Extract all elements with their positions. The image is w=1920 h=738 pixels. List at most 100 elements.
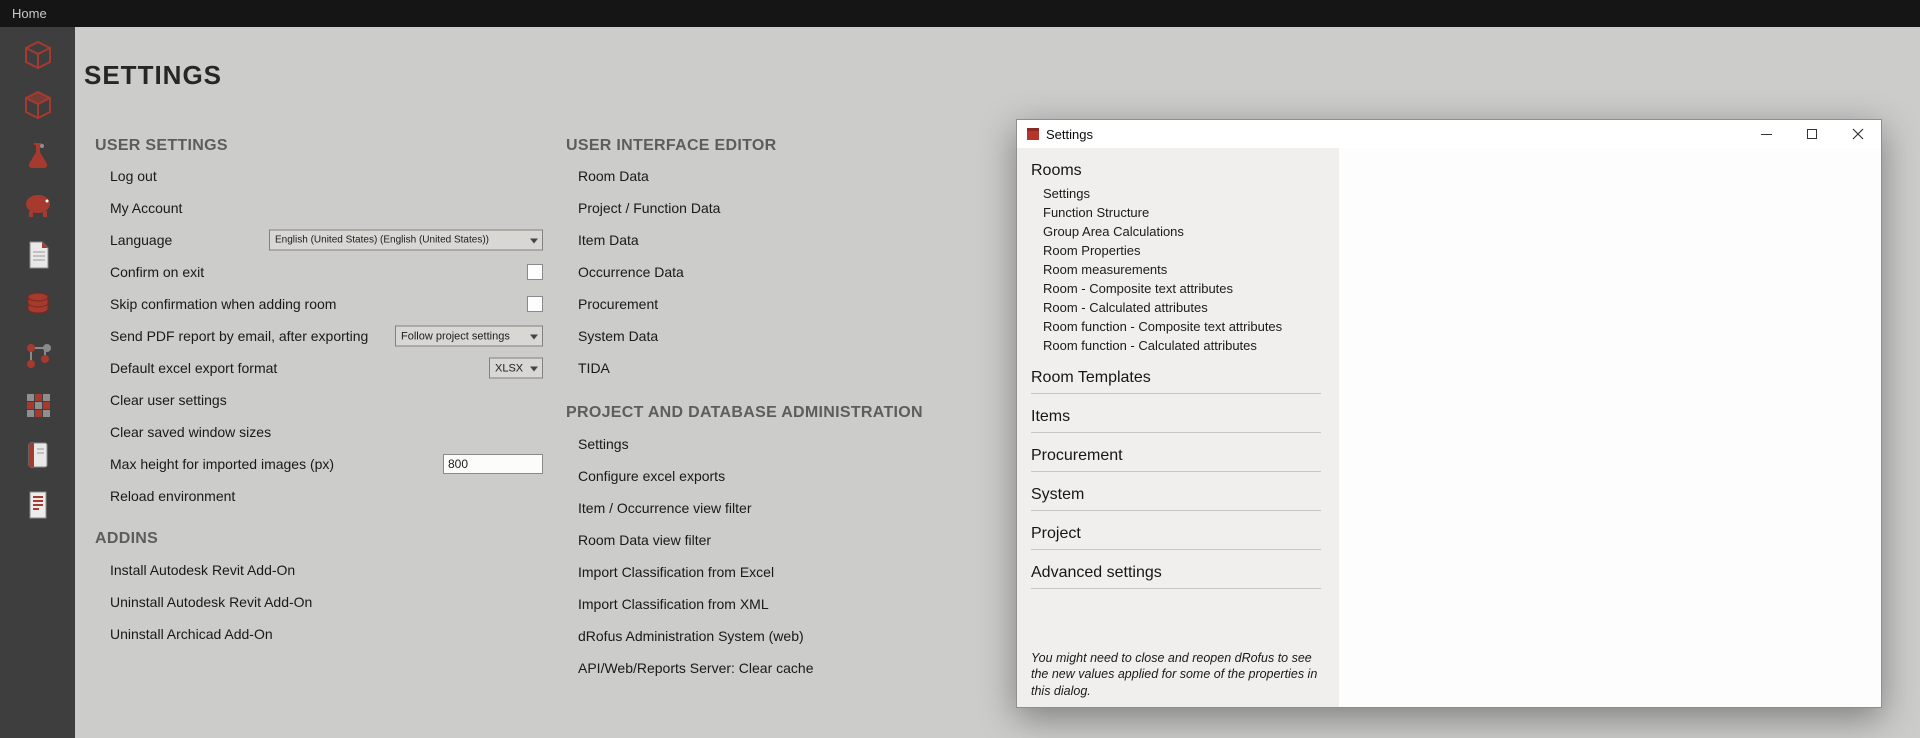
item-data-link[interactable]: Item Data — [578, 232, 639, 248]
uninstall-archicad-link[interactable]: Uninstall Archicad Add-On — [110, 626, 273, 642]
dialog-note: You might need to close and reopen dRofu… — [1031, 650, 1325, 700]
report-icon[interactable] — [20, 487, 56, 523]
dialog-title: Settings — [1046, 127, 1093, 142]
blocks-icon[interactable] — [20, 387, 56, 423]
project-function-data-link[interactable]: Project / Function Data — [578, 200, 720, 216]
occurrence-data-link[interactable]: Occurrence Data — [578, 264, 684, 280]
dialog-section-project[interactable]: Project — [1031, 511, 1321, 550]
settings-item-clear-user-settings[interactable]: Clear user settings — [95, 384, 543, 416]
settings-item-confirm-on-exit: Confirm on exit — [95, 256, 543, 288]
addins-item-install-revit[interactable]: Install Autodesk Revit Add-On — [95, 554, 543, 586]
room-data-link[interactable]: Room Data — [578, 168, 649, 184]
dialog-nav-item-function-structure[interactable]: Function Structure — [1043, 203, 1339, 222]
ui-editor-item-project-function-data[interactable]: Project / Function Data — [566, 192, 996, 224]
dialog-titlebar[interactable]: Settings — [1017, 120, 1881, 148]
document-icon[interactable] — [20, 237, 56, 273]
settings-item-reload-environment[interactable]: Reload environment — [95, 480, 543, 512]
install-revit-link[interactable]: Install Autodesk Revit Add-On — [110, 562, 295, 578]
dialog-nav-item-group-area-calculations[interactable]: Group Area Calculations — [1043, 222, 1339, 241]
procurement-link[interactable]: Procurement — [578, 296, 658, 312]
ui-editor-item-tida[interactable]: TIDA — [566, 352, 996, 384]
my-account-link[interactable]: My Account — [110, 200, 182, 216]
admin-item-room-data-view-filter[interactable]: Room Data view filter — [566, 524, 996, 556]
uninstall-revit-link[interactable]: Uninstall Autodesk Revit Add-On — [110, 594, 312, 610]
excel-format-select[interactable]: XLSX — [489, 358, 543, 379]
admin-item-drofus-admin-system[interactable]: dRofus Administration System (web) — [566, 620, 996, 652]
ui-editor-item-procurement[interactable]: Procurement — [566, 288, 996, 320]
dialog-nav-panel: Rooms Settings Function Structure Group … — [1017, 148, 1339, 707]
settings-item-pdf-report: Send PDF report by email, after exportin… — [95, 320, 543, 352]
dialog-section-procurement[interactable]: Procurement — [1031, 433, 1321, 472]
minimize-button[interactable] — [1743, 120, 1789, 148]
chevron-down-icon — [530, 335, 538, 340]
cube-alt-icon[interactable] — [20, 87, 56, 123]
settings-item-clear-window-sizes[interactable]: Clear saved window sizes — [95, 416, 543, 448]
dialog-nav-item-room-function-composite-text[interactable]: Room function - Composite text attribute… — [1043, 317, 1339, 336]
chevron-down-icon — [530, 239, 538, 244]
system-data-link[interactable]: System Data — [578, 328, 658, 344]
dialog-nav-item-room-function-calculated[interactable]: Room function - Calculated attributes — [1043, 336, 1339, 355]
ui-editor-item-occurrence-data[interactable]: Occurrence Data — [566, 256, 996, 288]
top-menu-bar: Home — [0, 0, 1920, 27]
dialog-nav-item-settings[interactable]: Settings — [1043, 184, 1339, 203]
dialog-section-advanced-settings[interactable]: Advanced settings — [1031, 550, 1321, 589]
dialog-section-items[interactable]: Items — [1031, 394, 1321, 433]
module-sidebar — [0, 27, 75, 738]
maximize-button[interactable] — [1789, 120, 1835, 148]
dialog-nav-rooms-header[interactable]: Rooms — [1017, 148, 1339, 180]
clear-cache-link[interactable]: API/Web/Reports Server: Clear cache — [578, 660, 814, 676]
ui-editor-column: USER INTERFACE EDITOR Room Data Project … — [566, 132, 996, 684]
dialog-section-room-templates[interactable]: Room Templates — [1031, 355, 1321, 394]
skip-confirmation-checkbox[interactable] — [527, 296, 543, 312]
pdf-report-select[interactable]: Follow project settings — [395, 326, 543, 347]
flowchart-icon[interactable] — [20, 337, 56, 373]
dialog-nav-item-room-measurements[interactable]: Room measurements — [1043, 260, 1339, 279]
pig-icon[interactable] — [20, 187, 56, 223]
admin-item-item-occurrence-view-filter[interactable]: Item / Occurrence view filter — [566, 492, 996, 524]
clear-window-sizes-link[interactable]: Clear saved window sizes — [110, 424, 271, 440]
item-occurrence-view-filter-link[interactable]: Item / Occurrence view filter — [578, 500, 752, 516]
cube-icon[interactable] — [20, 37, 56, 73]
addins-item-uninstall-revit[interactable]: Uninstall Autodesk Revit Add-On — [95, 586, 543, 618]
settings-item-my-account[interactable]: My Account — [95, 192, 543, 224]
max-image-height-input[interactable] — [443, 454, 543, 474]
admin-item-settings[interactable]: Settings — [566, 428, 996, 460]
drofus-admin-system-link[interactable]: dRofus Administration System (web) — [578, 628, 804, 644]
configure-excel-exports-link[interactable]: Configure excel exports — [578, 468, 725, 484]
flask-icon[interactable] — [20, 137, 56, 173]
language-select[interactable]: English (United States) (English (United… — [269, 230, 543, 251]
dialog-nav-item-room-composite-text[interactable]: Room - Composite text attributes — [1043, 279, 1339, 298]
dialog-nav-rooms-children: Settings Function Structure Group Area C… — [1017, 184, 1339, 355]
admin-settings-link[interactable]: Settings — [578, 436, 629, 452]
ui-editor-item-item-data[interactable]: Item Data — [566, 224, 996, 256]
ui-editor-item-system-data[interactable]: System Data — [566, 320, 996, 352]
ui-editor-item-room-data[interactable]: Room Data — [566, 160, 996, 192]
coins-icon[interactable] — [20, 287, 56, 323]
addins-heading: ADDINS — [95, 524, 543, 554]
import-classification-xml-link[interactable]: Import Classification from XML — [578, 596, 769, 612]
app-logo-icon — [1026, 127, 1040, 141]
import-classification-excel-link[interactable]: Import Classification from Excel — [578, 564, 774, 580]
dialog-body: Rooms Settings Function Structure Group … — [1017, 148, 1881, 707]
settings-item-log-out[interactable]: Log out — [95, 160, 543, 192]
close-button[interactable] — [1835, 120, 1881, 148]
admin-item-configure-excel-exports[interactable]: Configure excel exports — [566, 460, 996, 492]
book-icon[interactable] — [20, 437, 56, 473]
room-data-view-filter-link[interactable]: Room Data view filter — [578, 532, 711, 548]
tida-link[interactable]: TIDA — [578, 360, 610, 376]
chevron-down-icon — [530, 367, 538, 372]
reload-environment-link[interactable]: Reload environment — [110, 488, 235, 504]
dialog-section-system[interactable]: System — [1031, 472, 1321, 511]
admin-item-import-classification-xml[interactable]: Import Classification from XML — [566, 588, 996, 620]
admin-item-clear-cache[interactable]: API/Web/Reports Server: Clear cache — [566, 652, 996, 684]
clear-user-settings-link[interactable]: Clear user settings — [110, 392, 227, 408]
log-out-link[interactable]: Log out — [110, 168, 157, 184]
home-menu-item[interactable]: Home — [12, 6, 47, 21]
admin-item-import-classification-excel[interactable]: Import Classification from Excel — [566, 556, 996, 588]
dialog-nav-item-room-properties[interactable]: Room Properties — [1043, 241, 1339, 260]
dialog-nav-item-room-calculated[interactable]: Room - Calculated attributes — [1043, 298, 1339, 317]
minimize-icon — [1761, 134, 1772, 135]
maximize-icon — [1807, 129, 1817, 139]
addins-item-uninstall-archicad[interactable]: Uninstall Archicad Add-On — [95, 618, 543, 650]
confirm-on-exit-checkbox[interactable] — [527, 264, 543, 280]
